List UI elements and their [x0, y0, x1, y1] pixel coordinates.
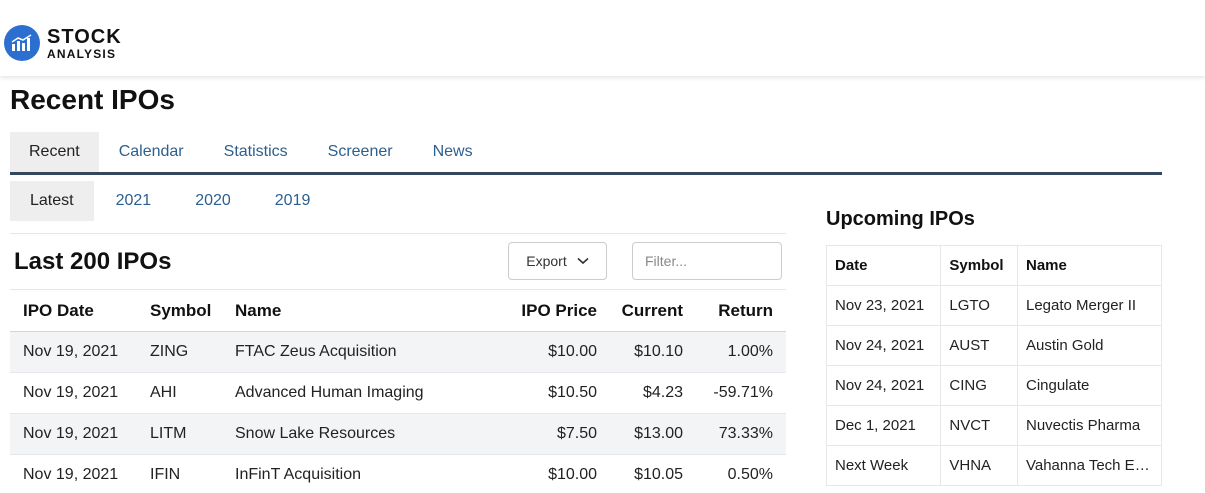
upcoming-date: Nov 23, 2021: [825, 285, 942, 326]
year-subtabs: Latest 2021 2020 2019: [10, 181, 332, 221]
upcoming-date: Next Week: [825, 445, 942, 486]
upcoming-header-row: Date Symbol Name: [825, 245, 1163, 286]
return-value: 73.33%: [696, 413, 786, 455]
current-price: $4.23: [610, 372, 696, 414]
symbol-link[interactable]: ZING: [137, 331, 222, 373]
table-row: Nov 19, 2021 ZING FTAC Zeus Acquisition …: [10, 331, 786, 373]
current-price: $10.05: [610, 454, 696, 493]
section-divider: [10, 233, 786, 234]
upcoming-row: Nov 24, 2021 CING Cingulate: [825, 365, 1163, 406]
ipo-price: $10.00: [492, 454, 610, 493]
upcoming-row: Nov 23, 2021 LGTO Legato Merger II: [825, 285, 1163, 326]
col-date: Date: [825, 245, 942, 286]
subtab-2019[interactable]: 2019: [253, 181, 333, 221]
tab-news[interactable]: News: [413, 132, 493, 172]
upcoming-name: Nuvectis Pharma: [1016, 405, 1163, 446]
table-row: Nov 19, 2021 IFIN InFinT Acquisition $10…: [10, 454, 786, 493]
ipo-section-title: Last 200 IPOs: [14, 248, 172, 275]
ipo-date: Nov 19, 2021: [10, 372, 137, 414]
chevron-down-icon: [577, 257, 589, 265]
ipo-table: IPO Date Symbol Name IPO Price Current R…: [10, 289, 786, 493]
current-price: $10.10: [610, 331, 696, 373]
upcoming-name: Vahanna Tech Ed...: [1016, 445, 1163, 486]
col-symbol[interactable]: Symbol: [137, 289, 222, 332]
ipo-date: Nov 19, 2021: [10, 454, 137, 493]
current-price: $13.00: [610, 413, 696, 455]
upcoming-date: Dec 1, 2021: [825, 405, 942, 446]
upcoming-symbol-link[interactable]: VHNA: [940, 445, 1018, 486]
col-return[interactable]: Return: [696, 289, 786, 332]
table-row: Nov 19, 2021 LITM Snow Lake Resources $7…: [10, 413, 786, 455]
upcoming-date: Nov 24, 2021: [825, 325, 942, 366]
subtab-2020[interactable]: 2020: [173, 181, 253, 221]
tab-statistics[interactable]: Statistics: [204, 132, 308, 172]
logo-text-stock: STOCK: [47, 25, 122, 48]
upcoming-date: Nov 24, 2021: [825, 365, 942, 406]
upcoming-symbol-link[interactable]: CING: [940, 365, 1018, 406]
col-name: Name: [1016, 245, 1163, 286]
upcoming-row: Dec 1, 2021 NVCT Nuvectis Pharma: [825, 405, 1163, 446]
filter-input[interactable]: [632, 242, 782, 280]
ipo-date: Nov 19, 2021: [10, 331, 137, 373]
return-value: -59.71%: [696, 372, 786, 414]
table-row: Nov 19, 2021 AHI Advanced Human Imaging …: [10, 372, 786, 414]
chart-logo-icon: [4, 25, 40, 61]
col-symbol: Symbol: [940, 245, 1018, 286]
col-current[interactable]: Current: [610, 289, 696, 332]
upcoming-symbol-link[interactable]: AUST: [940, 325, 1018, 366]
upcoming-ipos-title: Upcoming IPOs: [826, 208, 975, 230]
company-name: InFinT Acquisition: [222, 454, 492, 493]
symbol-link[interactable]: AHI: [137, 372, 222, 414]
ipo-price: $7.50: [492, 413, 610, 455]
site-header: STOCK ANALYSIS: [0, 0, 1205, 76]
symbol-link[interactable]: LITM: [137, 413, 222, 455]
subtab-2021[interactable]: 2021: [94, 181, 174, 221]
ipo-price: $10.50: [492, 372, 610, 414]
ipo-price: $10.00: [492, 331, 610, 373]
tab-calendar[interactable]: Calendar: [99, 132, 204, 172]
logo-text-analysis: ANALYSIS: [47, 46, 117, 61]
ipo-date: Nov 19, 2021: [10, 413, 137, 455]
upcoming-name: Cingulate: [1016, 365, 1163, 406]
return-value: 1.00%: [696, 331, 786, 373]
table-header-row: IPO Date Symbol Name IPO Price Current R…: [10, 289, 786, 332]
export-button-label: Export: [526, 253, 567, 269]
col-name[interactable]: Name: [222, 289, 492, 332]
upcoming-name: Legato Merger II: [1016, 285, 1163, 326]
col-ipo-date[interactable]: IPO Date: [10, 289, 137, 332]
export-button[interactable]: Export: [508, 242, 607, 280]
site-logo[interactable]: STOCK ANALYSIS: [4, 25, 122, 61]
subtab-latest[interactable]: Latest: [10, 181, 94, 221]
upcoming-symbol-link[interactable]: NVCT: [940, 405, 1018, 446]
upcoming-symbol-link[interactable]: LGTO: [940, 285, 1018, 326]
company-name: FTAC Zeus Acquisition: [222, 331, 492, 373]
symbol-link[interactable]: IFIN: [137, 454, 222, 493]
col-ipo-price[interactable]: IPO Price: [492, 289, 610, 332]
tab-screener[interactable]: Screener: [308, 132, 413, 172]
company-name: Snow Lake Resources: [222, 413, 492, 455]
main-tabs: Recent Calendar Statistics Screener News: [10, 132, 1162, 175]
upcoming-ipos-table: Date Symbol Name Nov 23, 2021 LGTO Legat…: [825, 245, 1163, 486]
page-title: Recent IPOs: [10, 84, 175, 115]
upcoming-name: Austin Gold: [1016, 325, 1163, 366]
tab-recent[interactable]: Recent: [10, 132, 99, 172]
company-name: Advanced Human Imaging: [222, 372, 492, 414]
upcoming-row: Nov 24, 2021 AUST Austin Gold: [825, 325, 1163, 366]
return-value: 0.50%: [696, 454, 786, 493]
upcoming-row: Next Week VHNA Vahanna Tech Ed...: [825, 445, 1163, 486]
